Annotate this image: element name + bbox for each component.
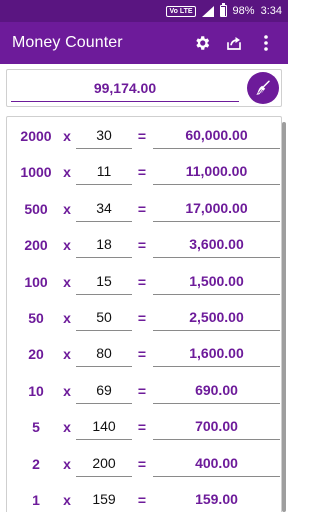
denomination-label: 1000 [20,164,52,181]
denomination-label: 2000 [20,128,52,144]
denomination-row: 5 x 140 = 700.00 [7,412,283,442]
equals-sign: = [137,310,147,326]
more-vert-icon [264,35,268,51]
total-section: 99,174.00 [0,64,288,110]
app-bar-actions [186,22,282,64]
quantity-input[interactable]: 50 [76,305,132,331]
denomination-label: 5 [32,419,40,436]
amount-field: 17,000.00 [153,196,280,222]
multiply-sign: x [63,164,71,181]
denomination-row: 100 x 15 = 1,500.00 [7,267,283,297]
equals-sign: = [137,273,147,290]
denomination-row: 1 x 159 = 159.00 [7,485,283,512]
battery-icon [219,3,227,17]
denomination-label: 2 [32,455,40,472]
app-title: Money Counter [12,34,123,51]
multiply-sign: x [63,492,71,508]
share-icon [227,37,241,50]
multiply-sign: x [63,237,71,254]
equals-sign: = [137,455,147,472]
share-button[interactable] [218,27,250,59]
denomination-row: 50 x 50 = 2,500.00 [7,303,283,333]
quantity-input[interactable]: 140 [76,414,132,441]
multiply-sign: x [63,200,71,217]
scrollbar[interactable] [282,122,286,512]
equals-sign: = [137,382,147,399]
quantity-input[interactable]: 11 [76,159,132,186]
equals-sign: = [137,128,147,144]
equals-sign: = [137,237,147,254]
denomination-label: 50 [28,310,44,326]
amount-field: 2,500.00 [153,305,280,331]
volte-badge: Vo LTE [166,5,196,17]
amount-field: 700.00 [153,414,280,441]
total-card: 99,174.00 [6,69,282,107]
denomination-row: 1000 x 11 = 11,000.00 [7,157,283,187]
denomination-row: 10 x 69 = 690.00 [7,376,283,406]
denomination-label: 1 [32,492,40,508]
multiply-sign: x [63,346,71,363]
quantity-input[interactable]: 159 [76,487,132,512]
amount-field: 60,000.00 [153,123,280,149]
equals-sign: = [137,346,147,363]
amount-field: 400.00 [153,451,280,477]
overflow-menu-button[interactable] [250,27,282,59]
quantity-input[interactable]: 18 [76,232,132,259]
denomination-row: 2 x 200 = 400.00 [7,449,283,479]
equals-sign: = [137,164,147,181]
quantity-input[interactable]: 69 [76,378,132,404]
quantity-input[interactable]: 15 [76,269,132,295]
multiply-sign: x [63,273,71,290]
amount-field: 11,000.00 [153,159,280,186]
denomination-label: 200 [24,237,48,254]
quantity-input[interactable]: 200 [76,451,132,477]
gear-icon [196,36,210,50]
quantity-input[interactable]: 80 [76,341,132,368]
amount-field: 1,500.00 [153,269,280,295]
multiply-sign: x [63,419,71,436]
denomination-label: 20 [28,346,44,363]
multiply-sign: x [63,455,71,472]
settings-button[interactable] [186,27,218,59]
clear-button[interactable] [247,72,279,104]
amount-field: 3,600.00 [153,232,280,259]
quantity-input[interactable]: 30 [76,123,132,149]
denomination-row: 2000 x 30 = 60,000.00 [7,121,283,151]
multiply-sign: x [63,382,71,399]
denomination-label: 500 [24,200,48,217]
signal-icon [201,5,214,17]
denomination-label: 100 [24,273,48,290]
total-amount: 99,174.00 [11,78,239,102]
battery-level: 98% [232,5,255,17]
equals-sign: = [137,492,147,508]
quantity-input[interactable]: 34 [76,196,132,222]
broom-icon [256,80,270,95]
amount-field: 159.00 [153,487,280,512]
denomination-row: 20 x 80 = 1,600.00 [7,339,283,369]
denomination-list: 2000 x 30 = 60,000.00 1000 x 11 = 11,000.00 500 x 34… [6,116,282,512]
amount-field: 1,600.00 [153,341,280,368]
denomination-row: 200 x 18 = 3,600.00 [7,230,283,260]
clock: 3:34 [260,5,282,17]
multiply-sign: x [63,310,71,326]
denomination-label: 10 [28,382,44,399]
status-bar: Vo LTE 98% 3:34 [0,0,288,22]
amount-field: 690.00 [153,378,280,404]
multiply-sign: x [63,128,71,144]
app-bar: Money Counter [0,22,288,64]
equals-sign: = [137,419,147,436]
denomination-row: 500 x 34 = 17,000.00 [7,194,283,224]
equals-sign: = [137,200,147,217]
